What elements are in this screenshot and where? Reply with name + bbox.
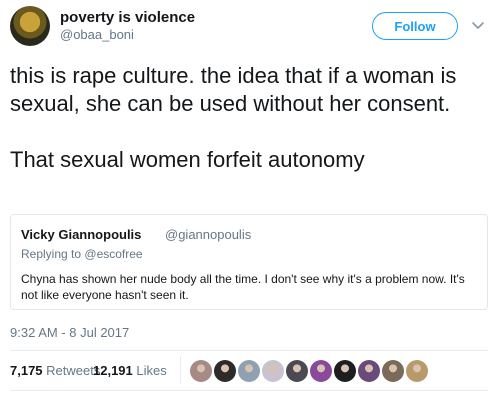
timestamp[interactable]: 9:32 AM - 8 Jul 2017 [10, 325, 129, 340]
quoted-tweet-text: Chyna has shown her nude body all the ti… [21, 272, 465, 302]
divider [10, 390, 488, 391]
liker-avatar[interactable] [286, 360, 308, 382]
retweets-count: 7,175 [10, 363, 43, 378]
likes-count: 12,191 [93, 363, 133, 378]
quoted-author-handle: @giannopoulis [165, 227, 252, 242]
quoted-author-name: Vicky Giannopoulis [21, 227, 142, 242]
replying-to-label: Replying to [21, 247, 82, 261]
tweet-text: this is rape culture. the idea that if a… [10, 63, 457, 172]
divider [10, 350, 488, 351]
liker-avatar[interactable] [214, 360, 236, 382]
liker-avatar[interactable] [358, 360, 380, 382]
author-handle[interactable]: @obaa_boni [60, 27, 134, 42]
liker-avatar[interactable] [334, 360, 356, 382]
likes-stat[interactable]: 12,191 Likes [93, 363, 167, 378]
retweets-stat[interactable]: 7,175 Retweets [10, 363, 100, 378]
tweet-stats: 7,175 Retweets 12,191 Likes [10, 352, 488, 388]
liker-avatar[interactable] [238, 360, 260, 382]
liker-avatar[interactable] [262, 360, 284, 382]
replying-to-handle[interactable]: @escofree [84, 247, 142, 261]
liker-avatar[interactable] [382, 360, 404, 382]
quoted-tweet[interactable]: Vicky Giannopoulis @giannopoulis Replyin… [10, 214, 488, 310]
likes-label: Likes [136, 363, 167, 378]
chevron-down-icon[interactable] [470, 17, 486, 33]
avatar[interactable] [10, 6, 50, 46]
follow-button[interactable]: Follow [372, 12, 458, 40]
author-name[interactable]: poverty is violence [60, 9, 195, 26]
tweet-card: poverty is violence @obaa_boni Follow th… [0, 0, 500, 400]
liker-avatar[interactable] [406, 360, 428, 382]
liker-avatar[interactable] [190, 360, 212, 382]
replying-to: Replying to @escofree [21, 247, 143, 261]
liker-avatar[interactable] [310, 360, 332, 382]
stats-divider [180, 356, 181, 384]
